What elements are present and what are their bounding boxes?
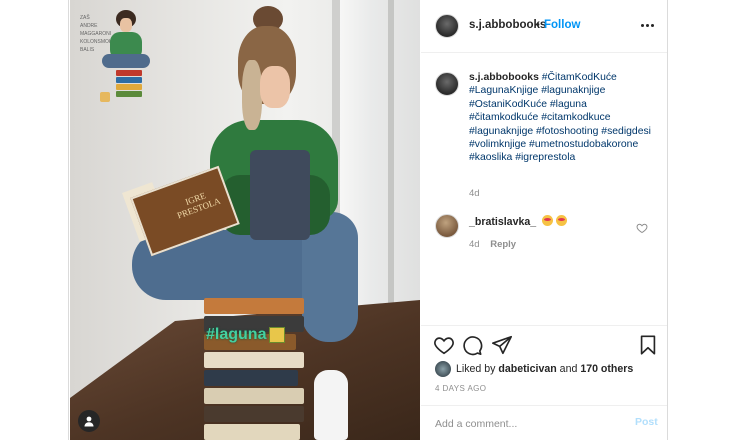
likes-conj: and <box>559 363 578 375</box>
post-caption: s.j.abbobooks #ČitamKodKuće #LagunaKnjig… <box>469 71 654 165</box>
face <box>260 66 290 108</box>
stack-book <box>204 370 298 386</box>
white-sock <box>314 370 348 440</box>
likes-prefix: Liked by <box>456 363 496 375</box>
likes-others[interactable]: 170 others <box>580 363 633 375</box>
illustration-list-item: ANDRE <box>80 23 98 29</box>
book-title: IGRE PRESTOLA <box>175 190 222 221</box>
stack-book <box>204 388 304 404</box>
sticker-text: #laguna <box>206 326 267 343</box>
header-username[interactable]: s.j.abbobooks <box>469 19 546 31</box>
caption-hashtags[interactable]: #ČitamKodKuće #LagunaKnjige #lagunaknjig… <box>469 72 651 163</box>
denim-overalls <box>250 150 310 240</box>
illustration-book <box>116 84 142 90</box>
stack-book <box>204 352 304 368</box>
comment-age: 4d <box>469 239 480 250</box>
heart-icon[interactable] <box>433 334 455 356</box>
comment-avatar[interactable] <box>435 214 459 238</box>
more-icon[interactable] <box>641 18 655 32</box>
comment-icon[interactable] <box>461 334 483 356</box>
liker-username[interactable]: dabeticivan <box>498 363 556 375</box>
laguna-sticker: #laguna <box>206 326 286 344</box>
stack-book <box>204 406 304 422</box>
post-header: s.j.abbobooks • Follow <box>421 0 667 53</box>
post-comment-button[interactable]: Post <box>635 416 658 428</box>
illustration-book <box>116 70 142 76</box>
comment: _bratislavka_ <box>469 215 568 228</box>
illustration-book <box>116 77 142 83</box>
comment-meta: 4d Reply <box>469 239 516 250</box>
stack-book <box>204 424 300 440</box>
hair-highlight <box>242 60 262 130</box>
star-struck-emoji-icon <box>542 215 554 226</box>
illustration-cup <box>100 92 110 102</box>
share-icon[interactable] <box>491 334 513 356</box>
caption-avatar[interactable] <box>435 72 459 96</box>
comment-heart-icon[interactable] <box>636 221 648 234</box>
liker-avatar[interactable] <box>435 361 451 377</box>
post-actions: Liked by dabeticivan and 170 others 4 DA… <box>421 325 667 414</box>
stack-book <box>204 298 304 314</box>
add-comment-bar: Post <box>421 405 667 441</box>
girl-illustration: ZAŠ ANDRE MAGGARONI KOLONSMOKE BALIS <box>76 4 156 104</box>
reply-button[interactable]: Reply <box>490 239 516 250</box>
comment-username[interactable]: _bratislavka_ <box>469 216 536 228</box>
illustration-legs <box>102 54 150 68</box>
sticker-book-icon <box>269 326 286 343</box>
follow-button[interactable]: Follow <box>544 19 580 31</box>
star-struck-emoji-icon <box>556 215 568 226</box>
user-tag-icon[interactable] <box>78 410 100 432</box>
illustration-book <box>116 91 142 97</box>
save-icon[interactable] <box>637 334 659 356</box>
post-timestamp[interactable]: 4 DAYS AGO <box>435 384 486 393</box>
illustration-face <box>120 18 132 32</box>
book-stack <box>204 298 304 440</box>
separator-dot: • <box>536 19 540 31</box>
illustration-list-item: ZAŠ <box>80 15 90 21</box>
comment-input[interactable] <box>433 412 627 436</box>
caption-username[interactable]: s.j.abbobooks <box>469 72 539 83</box>
post-sidebar: s.j.abbobooks • Follow s.j.abbobooks #Či… <box>421 0 667 440</box>
likes-summary: Liked by dabeticivan and 170 others <box>456 363 633 375</box>
caption-age: 4d <box>469 188 480 199</box>
avatar[interactable] <box>435 14 459 38</box>
post-photo[interactable]: ZAŠ ANDRE MAGGARONI KOLONSMOKE BALIS IGR… <box>70 0 420 440</box>
